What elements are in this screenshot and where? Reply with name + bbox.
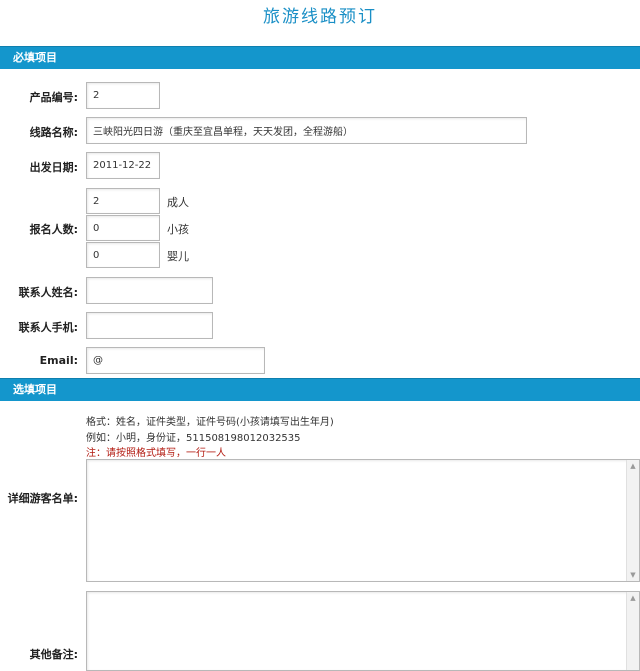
- tourist-format-hint: 格式：姓名，证件类型，证件号码(小孩请填写出生年月): [86, 417, 334, 428]
- infants-unit-label: 婴儿: [167, 250, 189, 263]
- remarks-scrollbar[interactable]: ▲: [626, 592, 639, 670]
- participants-label: 报名人数:: [29, 223, 78, 236]
- children-unit-label: 小孩: [167, 223, 189, 236]
- product-no-input[interactable]: 2: [86, 82, 160, 109]
- scroll-down-icon[interactable]: ▼: [627, 569, 639, 581]
- section-optional-header: 选填项目: [0, 378, 640, 401]
- contact-phone-label: 联系人手机:: [18, 321, 78, 334]
- adults-unit-label: 成人: [167, 196, 189, 209]
- section-required-header: 必填项目: [0, 46, 640, 69]
- email-input[interactable]: @: [86, 347, 265, 374]
- remarks-textarea[interactable]: ▲: [86, 591, 640, 671]
- contact-phone-input[interactable]: [86, 312, 213, 339]
- page-title: 旅游线路预订: [263, 7, 377, 27]
- route-name-input[interactable]: 三峡阳光四日游（重庆至宜昌单程，天天发团，全程游船）: [86, 117, 527, 144]
- product-no-label: 产品编号:: [29, 91, 78, 104]
- scroll-up-icon[interactable]: ▲: [627, 460, 639, 472]
- email-label: Email:: [39, 354, 78, 367]
- scroll-up-icon[interactable]: ▲: [627, 592, 639, 604]
- contact-name-label: 联系人姓名:: [18, 286, 78, 299]
- children-count-input[interactable]: 0: [86, 215, 160, 241]
- route-name-label: 线路名称:: [29, 126, 78, 139]
- tourist-list-scrollbar[interactable]: ▲ ▼: [626, 460, 639, 581]
- tourist-list-label: 详细游客名单:: [7, 492, 78, 505]
- contact-name-input[interactable]: [86, 277, 213, 304]
- infants-count-input[interactable]: 0: [86, 242, 160, 268]
- tourist-example-hint: 例如：小明，身份证，511508198012032535: [86, 433, 301, 444]
- tourist-list-textarea[interactable]: ▲ ▼: [86, 459, 640, 582]
- adults-count-input[interactable]: 2: [86, 188, 160, 214]
- remarks-label: 其他备注:: [29, 648, 78, 661]
- tourist-note-hint: 注：请按照格式填写，一行一人: [86, 448, 226, 459]
- departure-date-input[interactable]: 2011-12-22: [86, 152, 160, 179]
- departure-date-label: 出发日期:: [29, 161, 78, 174]
